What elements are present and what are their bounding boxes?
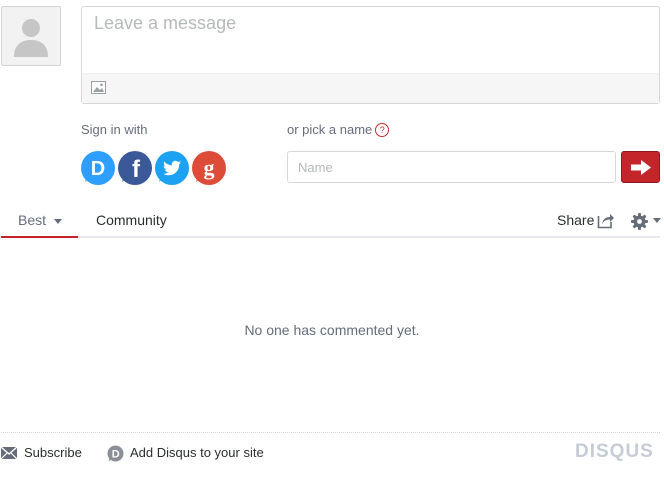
svg-text:D: D [112,449,120,461]
chevron-down-icon [54,219,62,224]
avatar [1,6,61,66]
settings-chevron-down-icon[interactable] [653,218,661,223]
disqus-logo[interactable]: DISQUS [575,441,654,463]
share-icon[interactable] [597,212,615,229]
signin-label: Sign in with [81,122,148,137]
add-disqus-link[interactable]: Add Disqus to your site [130,445,264,460]
default-avatar-icon [14,19,48,57]
empty-comments-message: No one has commented yet. [244,322,420,338]
mail-icon[interactable] [1,447,17,459]
facebook-login-button[interactable]: f [118,151,152,185]
google-login-button[interactable]: g [192,151,226,185]
svg-text:D: D [91,158,105,180]
disqus-icon[interactable]: D [107,445,124,462]
pick-name-text: or pick a name [287,122,373,137]
composer-toolbar [82,73,659,103]
share-button[interactable]: Share [557,212,594,228]
disqus-login-button[interactable]: D [81,151,115,185]
footer-divider [1,432,660,433]
subscribe-link[interactable]: Subscribe [24,445,82,460]
name-input[interactable] [287,151,616,183]
tab-community[interactable]: Community [96,212,167,228]
tab-best[interactable]: Best [1,204,78,238]
svg-text:g: g [204,155,215,180]
tab-best-label: Best [18,212,47,228]
message-placeholder: Leave a message [94,13,237,33]
arrow-right-icon [631,160,651,175]
pick-name-label: or pick a name? [287,122,390,137]
svg-text:f: f [132,156,141,183]
tabs-divider [1,236,660,238]
image-icon[interactable] [91,81,106,94]
twitter-login-button[interactable] [155,151,189,185]
help-icon[interactable]: ? [375,123,390,137]
message-textarea[interactable]: Leave a message [81,6,660,104]
submit-button[interactable] [621,151,660,183]
gear-icon[interactable] [631,213,648,230]
